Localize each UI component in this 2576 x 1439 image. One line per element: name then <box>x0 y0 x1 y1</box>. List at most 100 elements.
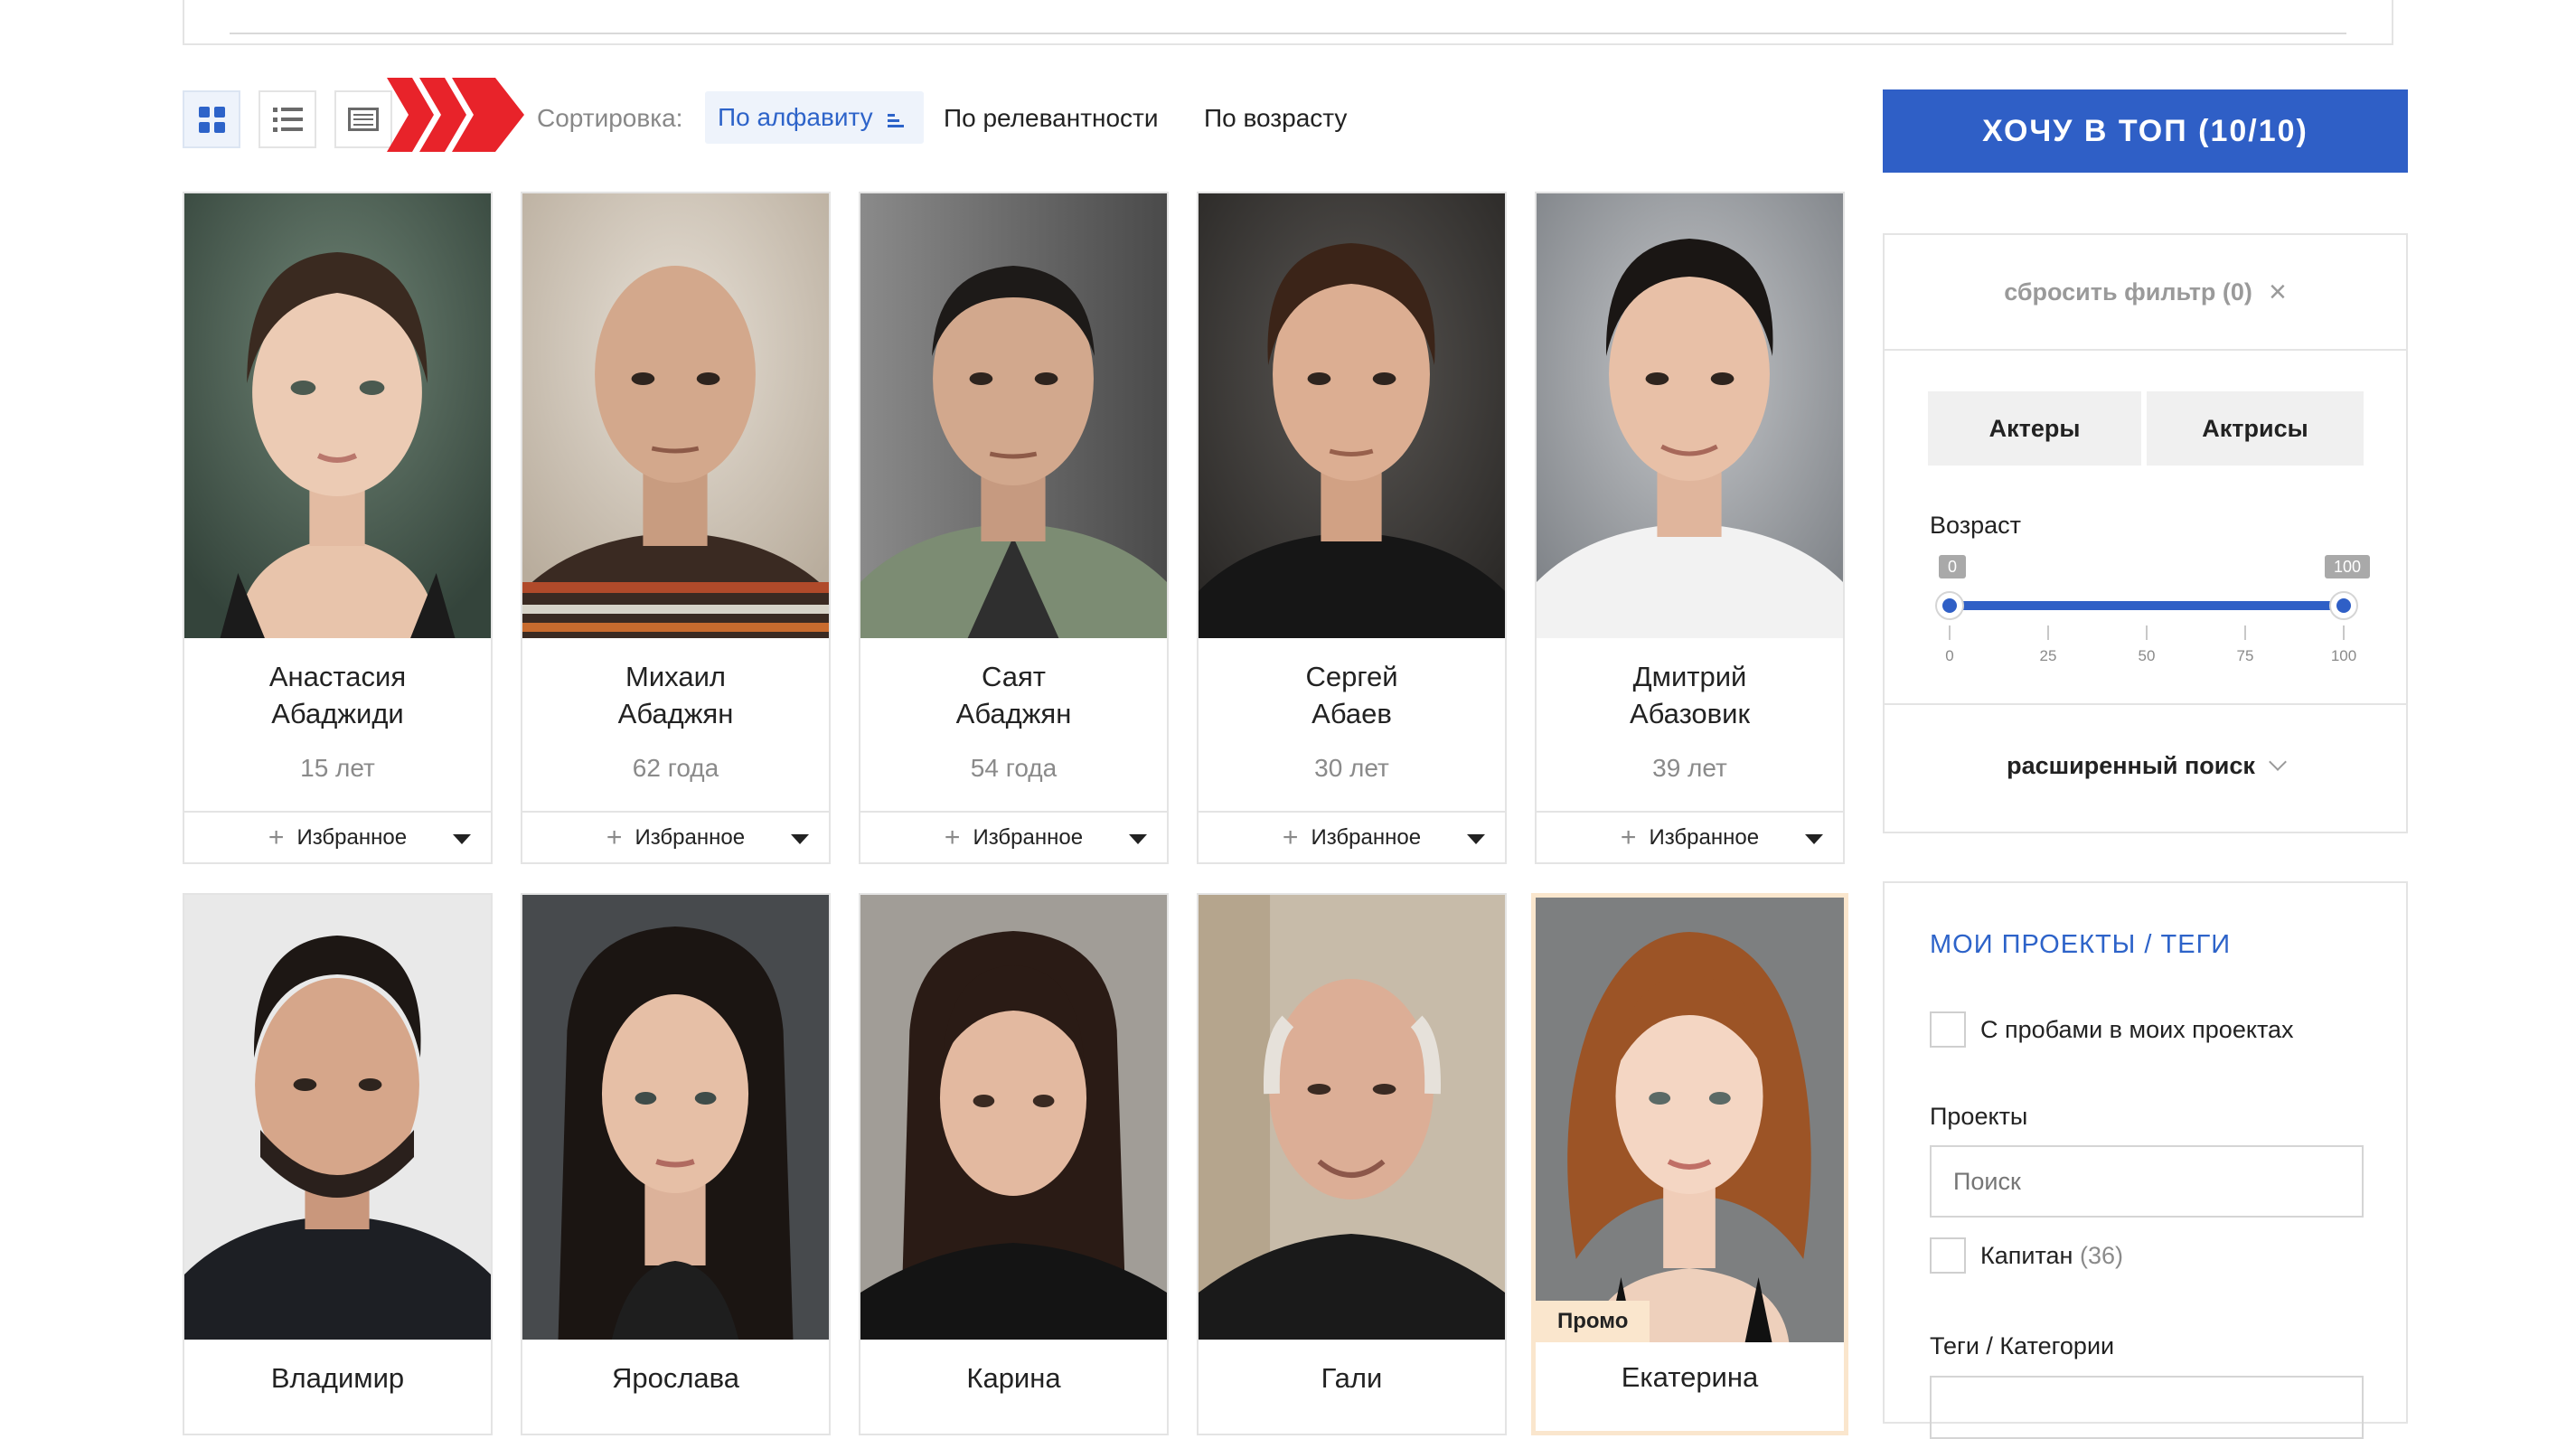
actor-card[interactable]: Ярослава <box>521 893 831 1435</box>
close-icon[interactable]: × <box>2269 275 2287 310</box>
red-chevrons-icon <box>387 78 524 152</box>
project-label[interactable]: Капитан (36) <box>1980 1242 2123 1270</box>
list-view-button[interactable] <box>259 90 316 148</box>
age-slider-range[interactable] <box>1950 601 2344 610</box>
reset-filter-button[interactable]: сбросить фильтр (0) × <box>1885 235 2406 351</box>
actor-card[interactable]: Гали <box>1197 893 1507 1435</box>
actresses-button[interactable]: Актрисы <box>2147 391 2364 466</box>
projects-search-input[interactable] <box>1930 1145 2364 1218</box>
actor-photo[interactable] <box>1199 193 1505 638</box>
actor-photo[interactable] <box>860 193 1167 638</box>
actor-name[interactable]: Гали <box>1199 1359 1505 1397</box>
actor-name[interactable]: Ярослава <box>522 1359 829 1397</box>
actor-photo[interactable] <box>184 895 491 1340</box>
actor-card[interactable]: Михаил Абаджян 62 года + Избранное <box>521 192 831 864</box>
actor-name[interactable]: Михаил Абаджян <box>522 658 829 732</box>
list-icon <box>272 107 303 132</box>
actor-age: 15 лет <box>300 754 375 782</box>
actor-photo[interactable] <box>1537 193 1843 638</box>
sort-label: Сортировка: <box>537 104 683 132</box>
sort-age-button[interactable]: По возрасту <box>1204 104 1347 133</box>
reset-filter-label: сбросить фильтр (0) <box>2004 277 2252 306</box>
actor-age: 39 лет <box>1652 754 1727 782</box>
slider-tick <box>2343 625 2345 640</box>
with-tests-label[interactable]: С пробами в моих проектах <box>1980 1016 2294 1044</box>
age-min-badge: 0 <box>1939 555 1967 578</box>
divider <box>230 33 2346 34</box>
filter-panel: сбросить фильтр (0) × Актеры Актрисы Воз… <box>1883 233 2408 833</box>
actor-age: 62 года <box>632 754 719 782</box>
tick-label: 75 <box>2236 647 2254 664</box>
age-min-handle[interactable] <box>1935 591 1964 620</box>
actor-name[interactable]: Саят Абаджян <box>860 658 1167 732</box>
actor-card[interactable]: Карина <box>859 893 1169 1435</box>
actor-photo[interactable] <box>522 193 829 638</box>
actor-photo[interactable] <box>184 193 491 638</box>
actor-name[interactable]: Владимир <box>184 1359 491 1397</box>
caret-down-icon[interactable] <box>1129 834 1147 844</box>
actor-card[interactable]: Анастасия Абаджиди 15 лет + Избранное <box>183 192 493 864</box>
projects-panel: МОИ ПРОЕКТЫ / ТЕГИ С пробами в моих прое… <box>1883 881 2408 1439</box>
grid-icon <box>198 106 225 133</box>
table-view-button[interactable] <box>334 90 392 148</box>
slider-tick <box>2047 625 2049 640</box>
actor-photo[interactable] <box>1199 895 1505 1340</box>
actor-photo[interactable] <box>860 895 1167 1340</box>
tick-label: 100 <box>2330 647 2357 664</box>
sort-alphabet-button[interactable]: По алфавиту <box>705 91 924 144</box>
advanced-search-label: расширенный поиск <box>2007 751 2255 779</box>
actor-name[interactable]: Сергей Абаев <box>1199 658 1505 732</box>
favorite-button[interactable]: + Избранное <box>1199 811 1505 863</box>
actor-photo[interactable] <box>522 895 829 1340</box>
actor-card[interactable]: Дмитрий Абазовик 39 лет + Избранное <box>1535 192 1845 864</box>
tags-label: Теги / Категории <box>1930 1332 2115 1359</box>
actor-card[interactable]: Сергей Абаев 30 лет + Избранное <box>1197 192 1507 864</box>
tick-label: 50 <box>2138 647 2156 664</box>
caret-down-icon[interactable] <box>1467 834 1485 844</box>
with-tests-checkbox[interactable] <box>1930 1011 1966 1048</box>
sort-relevance-button[interactable]: По релевантности <box>944 104 1159 133</box>
actors-button[interactable]: Актеры <box>1928 391 2141 466</box>
actor-card-promo[interactable]: Промо Екатерина <box>1531 893 1848 1435</box>
age-label: Возраст <box>1930 512 2021 539</box>
caret-down-icon[interactable] <box>791 834 809 844</box>
promo-badge: Промо <box>1536 1301 1650 1342</box>
want-top-button[interactable]: ХОЧУ В ТОП (10/10) <box>1883 89 2408 173</box>
slider-tick <box>1949 625 1951 640</box>
sort-alphabet-label: По алфавиту <box>718 103 873 131</box>
sort-order-icon <box>887 113 904 127</box>
actor-name[interactable]: Анастасия Абаджиди <box>184 658 491 732</box>
favorite-button[interactable]: + Избранное <box>1537 811 1843 863</box>
age-max-handle[interactable] <box>2329 591 2358 620</box>
tags-input[interactable] <box>1930 1376 2364 1439</box>
tick-label: 25 <box>2039 647 2057 664</box>
plus-icon: + <box>1282 823 1299 852</box>
top-panel <box>183 0 2393 45</box>
caret-down-icon[interactable] <box>453 834 471 844</box>
actor-name[interactable]: Дмитрий Абазовик <box>1537 658 1843 732</box>
plus-icon: + <box>1620 823 1637 852</box>
table-icon <box>348 108 379 131</box>
project-checkbox[interactable] <box>1930 1237 1966 1274</box>
actor-name[interactable]: Карина <box>860 1359 1167 1397</box>
actor-card[interactable]: Владимир <box>183 893 493 1435</box>
caret-down-icon[interactable] <box>1805 834 1823 844</box>
favorite-button[interactable]: + Избранное <box>860 811 1167 863</box>
actor-photo[interactable] <box>1536 898 1844 1342</box>
slider-tick <box>2146 625 2148 640</box>
favorite-label: Избранное <box>973 825 1084 850</box>
favorite-label: Избранное <box>1311 825 1422 850</box>
actor-card[interactable]: Саят Абаджян 54 года + Избранное <box>859 192 1169 864</box>
tick-label: 0 <box>1945 647 1954 664</box>
age-max-badge: 100 <box>2325 555 2371 578</box>
slider-tick <box>2244 625 2246 640</box>
favorite-button[interactable]: + Избранное <box>184 811 491 863</box>
grid-view-button[interactable] <box>183 90 240 148</box>
advanced-search-toggle[interactable]: расширенный поиск <box>1885 703 2406 826</box>
actor-age: 30 лет <box>1314 754 1389 782</box>
favorite-button[interactable]: + Избранное <box>522 811 829 863</box>
projects-title: МОИ ПРОЕКТЫ / ТЕГИ <box>1930 930 2232 959</box>
chevron-down-icon <box>2269 753 2287 771</box>
plus-icon: + <box>606 823 623 852</box>
plus-icon: + <box>944 823 961 852</box>
